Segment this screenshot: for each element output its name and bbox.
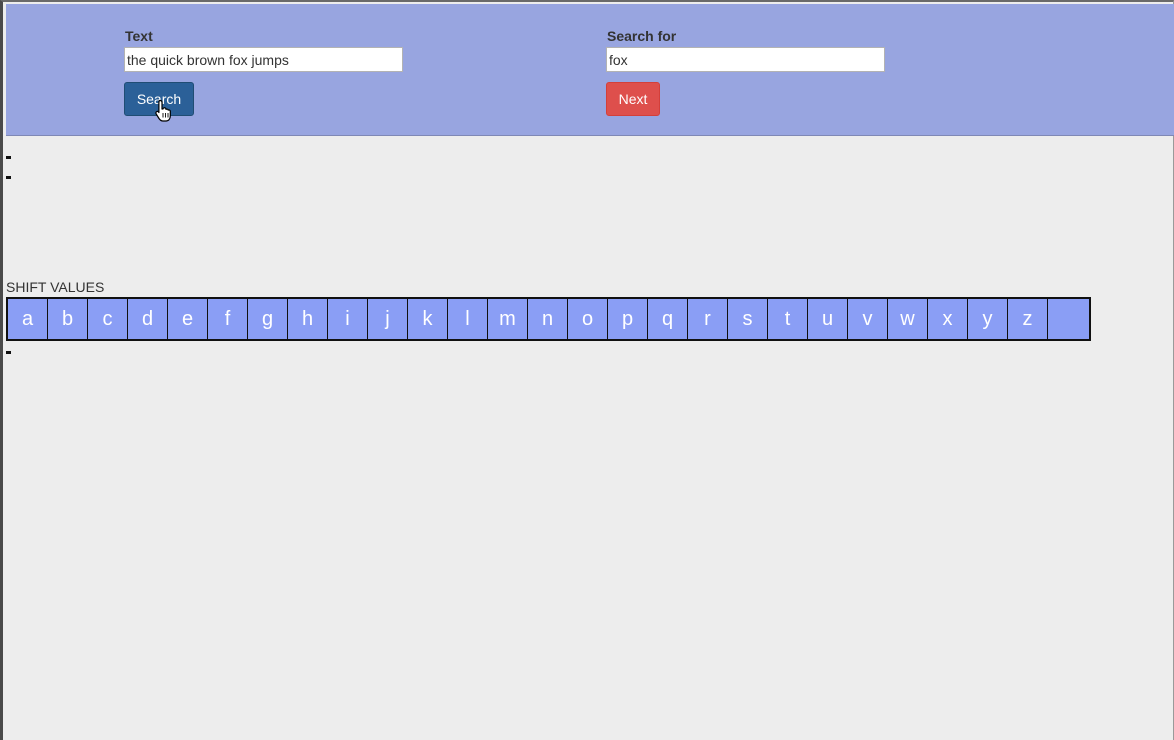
marker-tick bbox=[6, 351, 11, 354]
shift-cell[interactable]: h bbox=[288, 299, 328, 339]
marker-tick bbox=[6, 156, 11, 159]
shift-cell[interactable]: c bbox=[88, 299, 128, 339]
shift-cell[interactable]: e bbox=[168, 299, 208, 339]
shift-cell[interactable]: o bbox=[568, 299, 608, 339]
text-input[interactable] bbox=[124, 47, 403, 72]
shift-cell[interactable]: q bbox=[648, 299, 688, 339]
shift-cell[interactable]: l bbox=[448, 299, 488, 339]
shift-cell[interactable]: d bbox=[128, 299, 168, 339]
shift-cell[interactable] bbox=[1048, 299, 1089, 339]
shift-cell[interactable]: p bbox=[608, 299, 648, 339]
shift-values-row: abcdefghijklmnopqrstuvwxyz bbox=[6, 297, 1091, 341]
shift-cell[interactable]: k bbox=[408, 299, 448, 339]
shift-cell[interactable]: i bbox=[328, 299, 368, 339]
shift-values-label: SHIFT VALUES bbox=[6, 279, 105, 295]
hand-pointer-icon bbox=[155, 99, 171, 122]
shift-cell[interactable]: b bbox=[48, 299, 88, 339]
shift-cell[interactable]: z bbox=[1008, 299, 1048, 339]
shift-cell[interactable]: x bbox=[928, 299, 968, 339]
app-window: Text Search for Search Next SHIFT VALUES… bbox=[0, 0, 1174, 740]
shift-cell[interactable]: t bbox=[768, 299, 808, 339]
shift-cell[interactable]: n bbox=[528, 299, 568, 339]
text-label: Text bbox=[125, 28, 153, 44]
shift-cell[interactable]: v bbox=[848, 299, 888, 339]
search-for-input[interactable] bbox=[606, 47, 885, 72]
shift-cell[interactable]: u bbox=[808, 299, 848, 339]
search-panel: Text Search for Search Next bbox=[6, 4, 1174, 136]
shift-cell[interactable]: g bbox=[248, 299, 288, 339]
shift-cell[interactable]: m bbox=[488, 299, 528, 339]
shift-cell[interactable]: s bbox=[728, 299, 768, 339]
search-for-label: Search for bbox=[607, 28, 677, 44]
shift-cell[interactable]: y bbox=[968, 299, 1008, 339]
shift-cell[interactable]: j bbox=[368, 299, 408, 339]
shift-cell[interactable]: f bbox=[208, 299, 248, 339]
shift-cell[interactable]: r bbox=[688, 299, 728, 339]
shift-cell[interactable]: a bbox=[8, 299, 48, 339]
marker-tick bbox=[6, 176, 11, 179]
shift-cell[interactable]: w bbox=[888, 299, 928, 339]
next-button[interactable]: Next bbox=[606, 82, 660, 116]
